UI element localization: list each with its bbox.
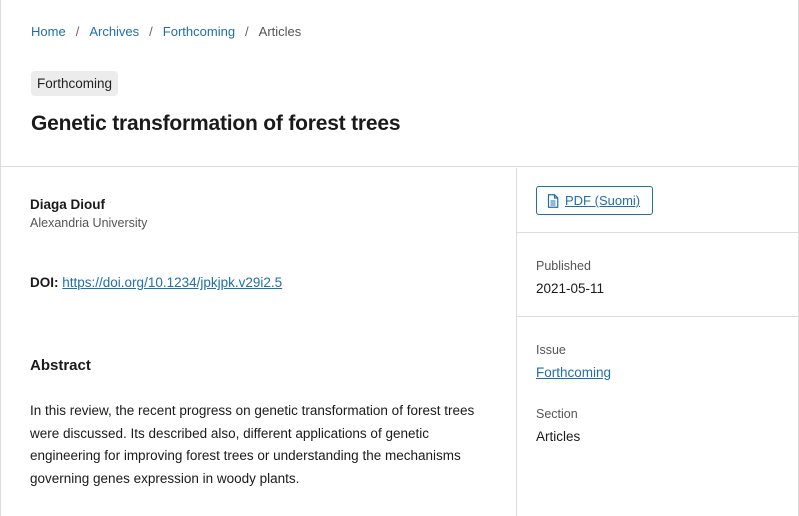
published-label: Published <box>536 259 591 273</box>
article-header: Home / Archives / Forthcoming / Articles… <box>1 0 798 167</box>
breadcrumb-separator: / <box>149 24 153 39</box>
article-page: Home / Archives / Forthcoming / Articles… <box>0 0 799 516</box>
doi-row: DOI: https://doi.org/10.1234/jpkjpk.v29i… <box>30 275 282 290</box>
abstract-text: In this review, the recent progress on g… <box>30 403 475 486</box>
published-block: Published 2021-05-11 <box>517 233 798 317</box>
section-label: Section <box>536 407 578 421</box>
abstract-heading: Abstract <box>30 357 91 374</box>
section-value: Articles <box>536 429 581 444</box>
breadcrumb-current: Articles <box>258 24 302 39</box>
breadcrumb-separator: / <box>245 24 249 39</box>
article-content: Diaga Diouf Alexandria University DOI: h… <box>1 168 798 516</box>
issue-link[interactable]: Forthcoming <box>536 365 611 380</box>
author-name: Diaga Diouf <box>30 197 106 212</box>
article-main: Diaga Diouf Alexandria University DOI: h… <box>1 168 517 516</box>
galley-block: PDF (Suomi) <box>517 168 798 233</box>
breadcrumb-home-link[interactable]: Home <box>31 24 66 39</box>
breadcrumb-forthcoming-link[interactable]: Forthcoming <box>163 24 235 39</box>
author-affiliation: Alexandria University <box>30 216 148 230</box>
status-badge: Forthcoming <box>31 71 119 96</box>
doi-label: DOI: <box>30 275 59 290</box>
document-icon <box>547 193 559 208</box>
issue-label: Issue <box>536 343 566 357</box>
breadcrumb-separator: / <box>75 24 80 39</box>
pdf-download-button[interactable]: PDF (Suomi) <box>536 186 654 215</box>
page-title: Genetic transformation of forest trees <box>31 112 401 135</box>
pdf-button-label: PDF (Suomi) <box>565 193 641 208</box>
article-sidebar: PDF (Suomi) Published 2021-05-11 Issue F… <box>517 168 798 516</box>
doi-link[interactable]: https://doi.org/10.1234/jpkjpk.v29i2.5 <box>62 275 282 290</box>
published-date: 2021-05-11 <box>536 281 605 296</box>
breadcrumb-archives-link[interactable]: Archives <box>89 24 139 39</box>
breadcrumb: Home / Archives / Forthcoming / Articles <box>31 24 301 39</box>
